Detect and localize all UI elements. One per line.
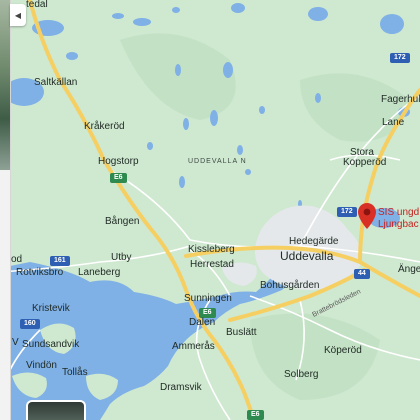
place-label[interactable]: Sundsandvik	[22, 340, 79, 350]
route-shield-160: 160	[20, 319, 40, 330]
route-shield-e6: E6	[110, 173, 127, 184]
place-label[interactable]: Buslätt	[226, 328, 257, 338]
place-label[interactable]: Dramsvik	[160, 383, 202, 393]
place-label[interactable]: Utby	[111, 253, 132, 263]
map-canvas[interactable]	[0, 0, 420, 420]
place-label[interactable]: Saltkällan	[34, 78, 77, 88]
place-label[interactable]: Köperöd	[324, 346, 362, 356]
place-label[interactable]: Kissleberg	[188, 245, 235, 255]
place-label[interactable]: Ängel	[398, 265, 420, 275]
place-label[interactable]: Tollås	[62, 368, 88, 378]
route-shield-172: 172	[337, 207, 357, 218]
place-label[interactable]: Herrestad	[190, 260, 234, 270]
place-label[interactable]: tedal	[26, 0, 48, 10]
place-label[interactable]: Sunningen	[184, 294, 232, 304]
place-label[interactable]: Rotviksbro	[16, 268, 63, 278]
district-label: UDDEVALLA N	[188, 158, 247, 165]
place-label[interactable]: Hedegärde	[289, 237, 338, 247]
place-label[interactable]: Hogstorp	[98, 157, 139, 167]
collapse-panel-button[interactable]: ◀	[10, 4, 26, 26]
place-label[interactable]: Laneberg	[78, 268, 120, 278]
place-label[interactable]: Vindön	[26, 361, 57, 371]
place-label[interactable]: Fagerhult	[381, 95, 420, 105]
place-label[interactable]: Ammerås	[172, 342, 215, 352]
place-photo[interactable]	[0, 0, 10, 170]
map-view[interactable]: ◀ E6 E6 E6 161 160 172 172 44 tedal Salt…	[0, 0, 420, 420]
route-shield-e6: E6	[247, 410, 264, 420]
route-shield-161: 161	[50, 256, 70, 267]
layers-thumbnail-button[interactable]	[26, 400, 86, 420]
city-label-uddevalla[interactable]: Uddevalla	[280, 250, 333, 262]
place-label[interactable]: Dalen	[189, 318, 215, 328]
side-panel	[0, 0, 11, 420]
place-label[interactable]: Stora Kopperöd	[343, 148, 386, 168]
route-shield-44: 44	[354, 269, 370, 280]
route-shield-172: 172	[390, 53, 410, 64]
place-label[interactable]: V	[12, 338, 19, 348]
place-label[interactable]: Bohusgården	[260, 281, 320, 291]
map-pin-icon[interactable]	[358, 203, 376, 229]
chevron-left-icon: ◀	[14, 10, 22, 20]
selected-place-name-line1: SIS ungd	[378, 207, 420, 218]
place-label[interactable]: Lane	[382, 118, 404, 128]
place-label[interactable]: Bången	[105, 217, 139, 227]
place-label[interactable]: Kristevik	[32, 304, 70, 314]
selected-place-label[interactable]: SIS ungd Ljungbac	[378, 207, 419, 230]
place-label[interactable]: Solberg	[284, 370, 318, 380]
place-label[interactable]: od	[11, 255, 22, 265]
place-label[interactable]: Kråkeröd	[84, 122, 125, 132]
selected-place-name-line2: Ljungbac	[378, 218, 419, 230]
